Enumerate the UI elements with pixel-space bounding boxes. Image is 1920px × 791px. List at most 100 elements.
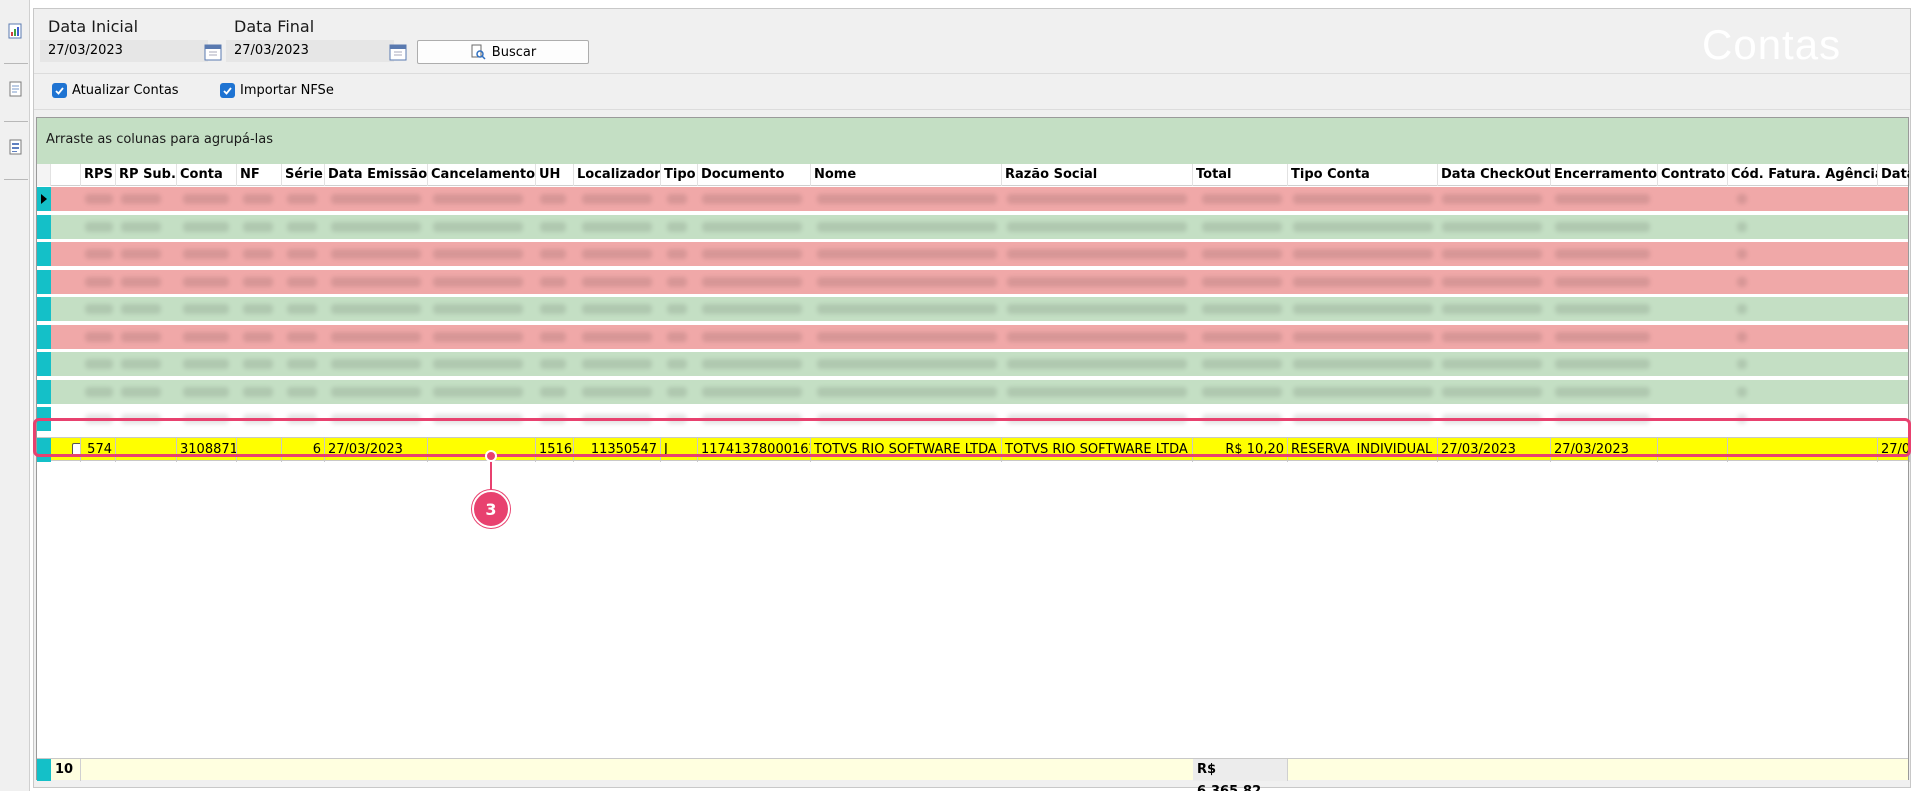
col-cancelamento[interactable]: Cancelamento (428, 164, 536, 186)
col-localizador[interactable]: Localizador (574, 164, 661, 186)
obscured-cell-text (1442, 331, 1542, 342)
obscured-cell-text (667, 359, 687, 369)
col-data-emissao[interactable]: Data Emissão (325, 164, 428, 186)
obscured-cell-text (85, 331, 113, 342)
col-data[interactable]: Data (1878, 164, 1910, 186)
col-tipo[interactable]: Tipo (661, 164, 698, 186)
col-rps[interactable]: RPS (81, 164, 116, 186)
data-final-field[interactable]: 27/03/2023 (226, 40, 394, 62)
obscured-cell-text (1442, 194, 1542, 204)
row-fill (51, 242, 1908, 267)
obscured-cell-text (287, 276, 317, 287)
table-row[interactable] (37, 187, 1908, 212)
obscured-cell-text (667, 194, 687, 204)
obscured-cell-text (243, 331, 273, 342)
table-row[interactable] (37, 379, 1908, 405)
col-cod-fatura-agencia[interactable]: Cód. Fatura. Agência (1728, 164, 1878, 186)
calendar-icon[interactable] (204, 43, 222, 61)
obscured-cell-text (1202, 359, 1282, 369)
col-nf[interactable]: NF (237, 164, 282, 186)
col-tipo-conta[interactable]: Tipo Conta (1288, 164, 1438, 186)
obscured-cell-text (1293, 331, 1433, 342)
document-chart-icon (8, 23, 22, 39)
calendar-icon[interactable] (389, 43, 407, 61)
obscured-cell-text (540, 249, 566, 259)
obscured-cell-text (817, 249, 997, 259)
obscured-cell-text (1442, 359, 1542, 369)
obscured-cell-text (1202, 249, 1282, 259)
atualizar-contas-label: Atualizar Contas (72, 83, 179, 98)
obscured-cell-text (582, 249, 652, 259)
obscured-cell-text (243, 249, 273, 259)
obscured-cell-text (1007, 304, 1187, 314)
table-row[interactable] (37, 269, 1908, 295)
report-tool-button[interactable] (4, 64, 28, 122)
obscured-cell-text (1442, 304, 1542, 314)
obscured-cell-text (85, 359, 113, 369)
col-conta[interactable]: Conta (177, 164, 237, 186)
obscured-cell-text (183, 249, 229, 259)
table-row[interactable] (37, 324, 1908, 350)
obscured-cell-text (433, 386, 523, 397)
obscured-cell-text (243, 221, 273, 232)
col-contrato[interactable]: Contrato (1658, 164, 1728, 186)
obscured-cell-text (331, 194, 421, 204)
atualizar-contas-checkbox[interactable]: Atualizar Contas (52, 83, 179, 98)
col-uh[interactable]: UH (536, 164, 574, 186)
importar-nfse-checkbox[interactable]: Importar NFSe (220, 83, 334, 98)
col-documento[interactable]: Documento (698, 164, 811, 186)
col-total[interactable]: Total (1193, 164, 1288, 186)
accounts-tool-button[interactable] (4, 6, 28, 64)
obscured-cell-text (1007, 221, 1187, 232)
obscured-cell-text (243, 386, 273, 397)
obscured-cell-text (817, 304, 997, 314)
obscured-cell-text (183, 276, 229, 287)
obscured-cell-text (183, 359, 229, 369)
col-data-checkout[interactable]: Data CheckOut (1438, 164, 1551, 186)
row-indicator (37, 379, 51, 405)
col-razao-social[interactable]: Razão Social (1002, 164, 1193, 186)
col-serie[interactable]: Série (282, 164, 325, 186)
obscured-cell-text (1555, 221, 1650, 232)
obscured-cell-text (1007, 249, 1187, 259)
obscured-cell-text (1293, 386, 1433, 397)
export-tool-button[interactable] (4, 122, 28, 180)
obscured-cell-text (85, 249, 113, 259)
col-nome[interactable]: Nome (811, 164, 1002, 186)
obscured-cell-text (667, 386, 687, 397)
obscured-cell-text (287, 249, 317, 259)
table-row[interactable] (37, 352, 1908, 377)
obscured-cell-text (1007, 359, 1187, 369)
obscured-cell-text (702, 194, 802, 204)
obscured-cell-text (702, 331, 802, 342)
obscured-cell-text (433, 359, 523, 369)
table-row[interactable] (37, 242, 1908, 267)
col-encerramento[interactable]: Encerramento (1551, 164, 1658, 186)
table-row[interactable] (37, 214, 1908, 240)
obscured-cell-text (183, 194, 229, 204)
data-inicial-field[interactable]: 27/03/2023 (40, 40, 208, 62)
obscured-cell-text (667, 304, 687, 314)
obscured-cell-text (121, 386, 161, 397)
accounts-panel: Data Inicial 27/03/2023 Data Final 27/03… (33, 8, 1911, 791)
obscured-cell-text (183, 386, 229, 397)
buscar-button[interactable]: Buscar (417, 40, 589, 64)
obscured-cell-text (183, 331, 229, 342)
group-by-panel[interactable]: Arraste as colunas para agrupá-las (37, 118, 1908, 164)
obscured-cell-text (331, 276, 421, 287)
obscured-cell-text (331, 304, 421, 314)
obscured-cell-text (1007, 194, 1187, 204)
obscured-cell-text (243, 359, 273, 369)
table-row[interactable] (37, 297, 1908, 322)
obscured-cell-text (1737, 359, 1747, 369)
callout-badge: 3 (472, 490, 510, 528)
row-highlight-frame (33, 418, 1911, 457)
obscured-cell-text (702, 386, 802, 397)
obscured-cell-text (121, 331, 161, 342)
col-rp-sub[interactable]: RP Sub. (116, 164, 177, 186)
obscured-cell-text (243, 304, 273, 314)
row-indicator (37, 242, 51, 267)
obscured-cell-text (85, 194, 113, 204)
row-fill (51, 269, 1908, 295)
obscured-cell-text (1442, 386, 1542, 397)
